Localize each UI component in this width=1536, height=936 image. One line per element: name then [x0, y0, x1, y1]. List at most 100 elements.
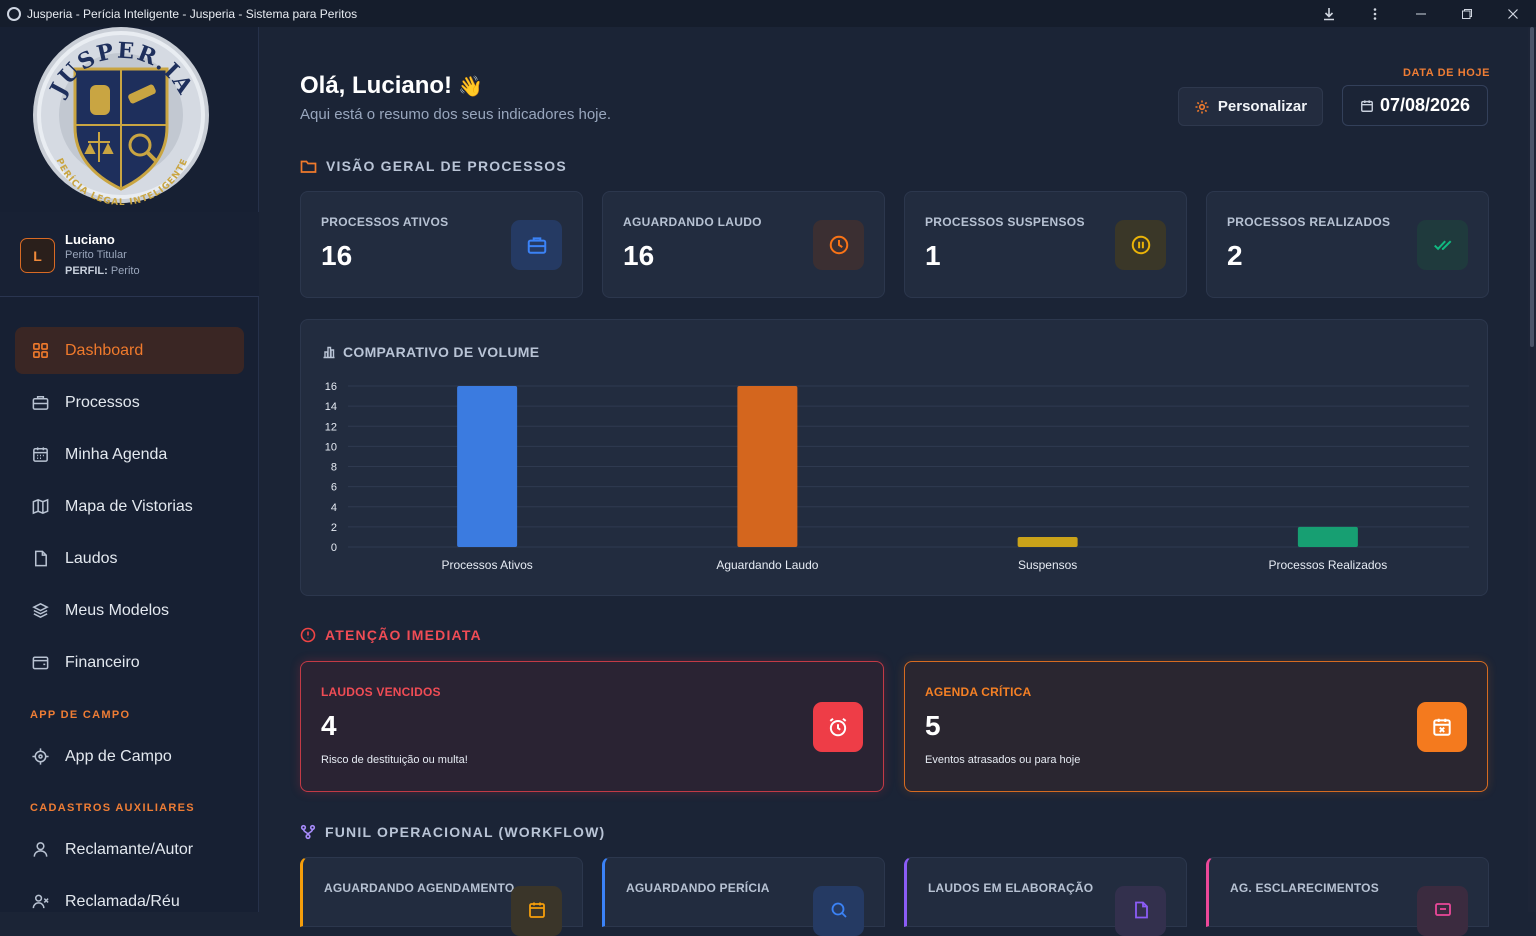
- chart-bar-suspensos: [1017, 536, 1078, 547]
- chart-bar-processos-ativos: [457, 386, 518, 547]
- double-check-icon: [1417, 220, 1468, 270]
- sidebar-item-label: App de Campo: [65, 747, 172, 765]
- section-cadastros-auxiliares: CADASTROS AUXILIARES: [30, 802, 195, 814]
- map-icon: [30, 497, 50, 517]
- alert-card-agenda-critica[interactable]: AGENDA CRÍTICA 5 Eventos atrasados ou pa…: [904, 661, 1488, 792]
- section-attention-title: ATENÇÃO IMEDIATA: [300, 627, 482, 643]
- window-titlebar: Jusperia - Perícia Inteligente - Jusperi…: [0, 0, 1536, 27]
- section-app-de-campo: APP DE CAMPO: [30, 709, 131, 721]
- minimize-icon[interactable]: [1398, 0, 1444, 27]
- y-tick-label: 4: [331, 502, 337, 514]
- sidebar-item-label: Meus Modelos: [65, 601, 170, 619]
- user-profile-type: PERFIL: Perito: [65, 265, 140, 277]
- y-tick-label: 12: [325, 421, 337, 433]
- x-tick-label: Processos Realizados: [1269, 558, 1388, 572]
- more-options-icon[interactable]: [1352, 0, 1398, 27]
- today-date: 07/08/2026: [1342, 85, 1488, 126]
- clock-icon: [813, 220, 864, 270]
- workflow-card-ag-esclarecimentos[interactable]: AG. ESCLARECIMENTOS: [1206, 857, 1489, 936]
- wave-emoji: 👋: [458, 76, 483, 98]
- customize-button[interactable]: Personalizar: [1178, 87, 1323, 126]
- briefcase-icon: [30, 393, 50, 413]
- sidebar-item-label: Dashboard: [65, 341, 144, 359]
- gear-icon: [1194, 99, 1210, 115]
- grid-icon: [30, 341, 50, 361]
- document-icon: [30, 549, 50, 569]
- date-label: DATA DE HOJE: [1403, 67, 1491, 79]
- user-icon: [30, 840, 50, 860]
- sidebar-item-app-de-campo[interactable]: App de Campo: [15, 733, 244, 780]
- sidebar-item-label: Mapa de Vistorias: [65, 497, 193, 515]
- x-tick-label: Processos Ativos: [441, 558, 532, 572]
- calendar-icon: [1360, 99, 1374, 113]
- chart-bar-processos-realizados: [1297, 526, 1358, 547]
- user-profile: L Luciano Perito Titular PERFIL: Perito: [0, 212, 259, 297]
- workflow-card-aguardando-agendamento[interactable]: AGUARDANDO AGENDAMENTO: [300, 857, 583, 936]
- volume-chart-card: COMPARATIVO DE VOLUME 0 2 4 6 8 10 12 14 16 Proce…: [300, 319, 1488, 596]
- folder-icon: [300, 159, 317, 174]
- wallet-icon: [30, 653, 50, 673]
- download-icon[interactable]: [1306, 0, 1352, 27]
- scrollbar-thumb[interactable]: [1530, 27, 1534, 347]
- calendar-icon: [30, 445, 50, 465]
- y-tick-label: 0: [331, 542, 337, 554]
- y-tick-label: 2: [331, 522, 337, 534]
- sidebar-item-label: Minha Agenda: [65, 445, 168, 463]
- alarm-icon: [813, 702, 863, 752]
- x-tick-label: Aguardando Laudo: [716, 558, 818, 572]
- workflow-card-aguardando-pericia[interactable]: AGUARDANDO PERÍCIA: [602, 857, 885, 936]
- y-tick-label: 14: [325, 401, 337, 413]
- volume-bar-chart: 0 2 4 6 8 10 12 14 16 Processos Ativos Aguardando …: [325, 381, 1469, 572]
- layers-icon: [30, 601, 50, 621]
- sidebar-item-mapa[interactable]: Mapa de Vistorias: [15, 483, 244, 530]
- sidebar-item-processos[interactable]: Processos: [15, 379, 244, 426]
- sidebar-item-label: Laudos: [65, 549, 118, 567]
- logo: JUSPER.IA PERÍCIA LEGAL INTELIGENTE: [0, 27, 259, 212]
- sidebar-item-agenda[interactable]: Minha Agenda: [15, 431, 244, 478]
- page-title: Olá, Luciano! 👋: [300, 72, 483, 99]
- kpi-card-processos-realizados[interactable]: PROCESSOS REALIZADOS 2: [1206, 191, 1489, 298]
- x-tick-label: Suspensos: [1018, 558, 1077, 572]
- chart-bar-aguardando-laudo: [737, 386, 798, 547]
- page-subtitle: Aqui está o resumo dos seus indicadores …: [300, 106, 612, 123]
- y-tick-label: 10: [325, 441, 337, 453]
- user-role: Perito Titular: [65, 249, 127, 261]
- workflow-icon: [300, 824, 316, 840]
- alert-card-laudos-vencidos[interactable]: LAUDOS VENCIDOS 4 Risco de destituição o…: [300, 661, 884, 792]
- message-icon: [1417, 886, 1468, 936]
- target-icon: [30, 747, 50, 767]
- sidebar-item-laudos[interactable]: Laudos: [15, 535, 244, 582]
- sidebar: JUSPER.IA PERÍCIA LEGAL INTELIGENTE L Lu…: [0, 27, 259, 912]
- user-x-icon: [30, 892, 50, 912]
- y-tick-label: 8: [331, 462, 337, 474]
- kpi-card-processos-suspensos[interactable]: PROCESSOS SUSPENSOS 1: [904, 191, 1187, 298]
- sidebar-item-label: Processos: [65, 393, 140, 411]
- calendar-icon: [511, 886, 562, 936]
- user-name: Luciano: [65, 232, 115, 247]
- alert-circle-icon: [300, 627, 316, 643]
- y-tick-label: 16: [325, 381, 337, 393]
- workflow-card-laudos-em-elaboracao[interactable]: LAUDOS EM ELABORAÇÃO: [904, 857, 1187, 936]
- y-tick-label: 6: [331, 482, 337, 494]
- document-icon: [1115, 886, 1166, 936]
- section-overview-title: VISÃO GERAL DE PROCESSOS: [300, 158, 567, 174]
- section-workflow-title: FUNIL OPERACIONAL (WORKFLOW): [300, 824, 605, 840]
- search-icon: [813, 886, 864, 936]
- sidebar-item-label: Financeiro: [65, 653, 140, 671]
- window-title: Jusperia - Perícia Inteligente - Jusperi…: [27, 6, 358, 21]
- scrollbar[interactable]: [1528, 27, 1536, 912]
- sidebar-item-label: Reclamada/Réu: [65, 892, 180, 910]
- app-icon: [7, 6, 21, 21]
- close-icon[interactable]: [1490, 0, 1536, 27]
- sidebar-item-dashboard[interactable]: Dashboard: [15, 327, 244, 374]
- kpi-card-processos-ativos[interactable]: PROCESSOS ATIVOS 16: [300, 191, 583, 298]
- pause-icon: [1115, 220, 1166, 270]
- avatar: L: [20, 238, 55, 273]
- kpi-card-aguardando-laudo[interactable]: AGUARDANDO LAUDO 16: [602, 191, 885, 298]
- sidebar-item-modelos[interactable]: Meus Modelos: [15, 587, 244, 634]
- sidebar-item-reclamante[interactable]: Reclamante/Autor: [15, 826, 244, 873]
- sidebar-item-label: Reclamante/Autor: [65, 840, 194, 858]
- restore-icon[interactable]: [1444, 0, 1490, 27]
- sidebar-item-reclamada[interactable]: Reclamada/Réu: [15, 878, 244, 925]
- sidebar-item-financeiro[interactable]: Financeiro: [15, 639, 244, 686]
